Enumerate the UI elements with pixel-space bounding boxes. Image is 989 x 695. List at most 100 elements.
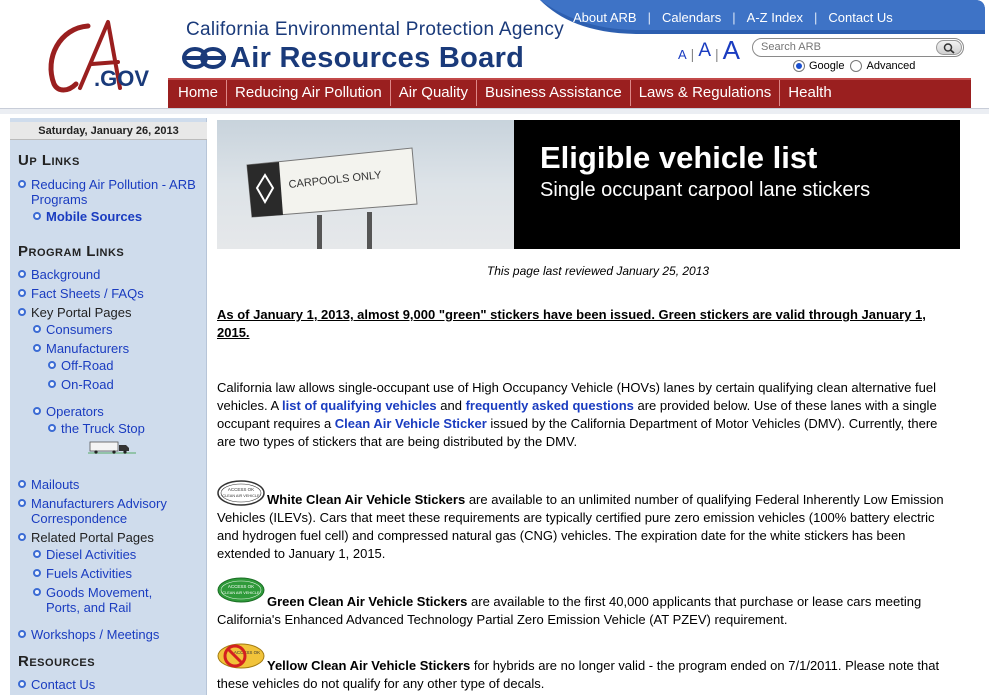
left-sidebar: Saturday, January 26, 2013 Up Links Redu… <box>10 118 207 695</box>
page-subtitle: Single occupant carpool lane stickers <box>540 179 871 201</box>
utility-separator: | <box>814 10 818 25</box>
sidebar-link-operators[interactable]: Operators <box>46 404 104 419</box>
bullet-icon <box>18 180 26 188</box>
text-size-separator: | <box>690 46 695 62</box>
bullet-icon <box>33 550 41 558</box>
sidebar-link-reducing-air-pollution[interactable]: Reducing Air Pollution - ARB Programs <box>31 177 201 207</box>
text-size-large-button[interactable]: A <box>723 37 740 63</box>
billboard-image: CARPOOLS ONLY <box>246 147 418 249</box>
nav-reducing-air-pollution[interactable]: Reducing Air Pollution <box>227 80 391 106</box>
sidebar-link-off-road[interactable]: Off-Road <box>61 358 114 373</box>
utility-link-a-z-index[interactable]: A-Z Index <box>747 10 803 25</box>
current-date: Saturday, January 26, 2013 <box>10 122 207 140</box>
search-button[interactable] <box>936 40 962 55</box>
sidebar-link-goods-movement[interactable]: Goods Movement, Ports, and Rail <box>46 585 176 615</box>
green-sticker-title: Green Clean Air Vehicle Stickers <box>267 594 468 609</box>
white-sticker-title: White Clean Air Vehicle Stickers <box>267 492 466 507</box>
agency-name: California Environmental Protection Agen… <box>186 19 565 40</box>
text-size-medium-button[interactable]: A <box>698 40 711 62</box>
google-radio-label: Google <box>809 60 845 72</box>
resources-heading: Resources <box>18 653 96 670</box>
search-input[interactable] <box>761 41 931 53</box>
advanced-radio[interactable] <box>850 60 863 72</box>
bullet-icon <box>48 424 56 432</box>
bullet-icon <box>33 407 41 415</box>
sidebar-link-diesel-activities[interactable]: Diesel Activities <box>46 547 136 562</box>
bullet-icon <box>33 344 41 352</box>
bullet-icon <box>33 569 41 577</box>
sidebar-link-workshops[interactable]: Workshops / Meetings <box>31 627 159 642</box>
sidebar-link-fuels-activities[interactable]: Fuels Activities <box>46 566 132 581</box>
sidebar-link-contact-us[interactable]: Contact Us <box>31 677 95 692</box>
truck-icon <box>88 441 136 454</box>
intro-text: and <box>436 398 466 413</box>
sidebar-link-fact-sheets[interactable]: Fact Sheets / FAQs <box>31 286 144 301</box>
board-name: Air Resources Board <box>230 42 525 74</box>
bullet-icon <box>33 325 41 333</box>
svg-text:ACCESS OK: ACCESS OK <box>228 584 254 589</box>
faq-link[interactable]: frequently asked questions <box>466 398 634 413</box>
advanced-radio-label: Advanced <box>866 60 916 72</box>
main-nav-bar: Home Reducing Air Pollution Air Quality … <box>168 78 971 108</box>
main-content: CARPOOLS ONLY Eligible vehicle list Sing… <box>207 114 989 695</box>
ca-gov-logo[interactable]: .GOV <box>40 18 160 98</box>
nav-laws-regulations[interactable]: Laws & Regulations <box>631 80 781 106</box>
bullet-icon <box>18 680 26 688</box>
billboard-photo: CARPOOLS ONLY <box>217 120 514 249</box>
sidebar-link-mobile-sources[interactable]: Mobile Sources <box>46 209 142 224</box>
bullet-icon <box>18 533 26 541</box>
nav-air-quality[interactable]: Air Quality <box>391 80 477 106</box>
program-links-heading: Program Links <box>18 243 125 260</box>
bullet-icon <box>18 499 26 507</box>
sidebar-link-background[interactable]: Background <box>31 267 100 282</box>
google-radio[interactable] <box>793 60 805 72</box>
last-reviewed-date: This page last reviewed January 25, 2013 <box>486 264 710 278</box>
sidebar-link-consumers[interactable]: Consumers <box>46 322 112 337</box>
yellow-sticker-paragraph: Yellow Clean Air Vehicle Stickers for hy… <box>217 657 952 693</box>
bullet-icon <box>18 270 26 278</box>
bullet-icon <box>33 212 41 220</box>
nav-health[interactable]: Health <box>780 80 839 106</box>
up-links-heading: Up Links <box>18 152 80 169</box>
search-options: Google Advanced <box>793 60 921 72</box>
bullet-icon <box>18 308 26 316</box>
search-box <box>752 38 964 57</box>
utility-separator: | <box>647 10 651 25</box>
qualifying-vehicles-link[interactable]: list of qualifying vehicles <box>282 398 437 413</box>
text-size-small-button[interactable]: A <box>678 47 687 62</box>
page-title: Eligible vehicle list <box>540 140 818 175</box>
text-size-separator: | <box>715 46 719 62</box>
bullet-icon <box>18 480 26 488</box>
utility-nav: About ARB | Calendars | A-Z Index | Cont… <box>573 10 893 25</box>
white-sticker-paragraph: White Clean Air Vehicle Stickers are ava… <box>217 491 952 563</box>
utility-link-about-arb[interactable]: About ARB <box>573 10 637 25</box>
bullet-icon <box>18 289 26 297</box>
sidebar-link-on-road[interactable]: On-Road <box>61 377 114 392</box>
svg-text:ACCESS OK: ACCESS OK <box>234 650 260 655</box>
page-banner: CARPOOLS ONLY Eligible vehicle list Sing… <box>217 120 960 249</box>
intro-paragraph: California law allows single-occupant us… <box>217 379 952 451</box>
sidebar-link-manufacturers[interactable]: Manufacturers <box>46 341 129 356</box>
magnifier-icon <box>943 43 955 54</box>
sidebar-link-mailouts[interactable]: Mailouts <box>31 477 79 492</box>
sidebar-link-truck-stop[interactable]: the Truck Stop <box>61 421 145 436</box>
nav-business-assistance[interactable]: Business Assistance <box>477 80 631 106</box>
bullet-icon <box>48 361 56 369</box>
utility-link-contact-us[interactable]: Contact Us <box>828 10 892 25</box>
utility-link-calendars[interactable]: Calendars <box>662 10 721 25</box>
svg-text:.GOV: .GOV <box>94 66 149 91</box>
green-sticker-paragraph: Green Clean Air Vehicle Stickers are ava… <box>217 593 952 629</box>
sidebar-label-related-portal-pages: Related Portal Pages <box>31 530 154 545</box>
utility-separator: | <box>732 10 736 25</box>
clean-air-vehicle-sticker-link[interactable]: Clean Air Vehicle Sticker <box>335 416 487 431</box>
yellow-sticker-title: Yellow Clean Air Vehicle Stickers <box>267 658 471 673</box>
bullet-icon <box>18 630 26 638</box>
bullet-icon <box>33 588 41 596</box>
nav-home[interactable]: Home <box>170 80 228 106</box>
sidebar-label-key-portal-pages: Key Portal Pages <box>31 305 132 320</box>
bullet-icon <box>48 380 56 388</box>
green-sticker-notice: As of January 1, 2013, almost 9,000 "gre… <box>217 307 926 340</box>
arb-logo-icon <box>182 47 226 69</box>
sidebar-link-manufacturers-advisory[interactable]: Manufacturers Advisory Correspondence <box>31 496 203 526</box>
text-size-controls: A | A | A <box>678 37 744 63</box>
